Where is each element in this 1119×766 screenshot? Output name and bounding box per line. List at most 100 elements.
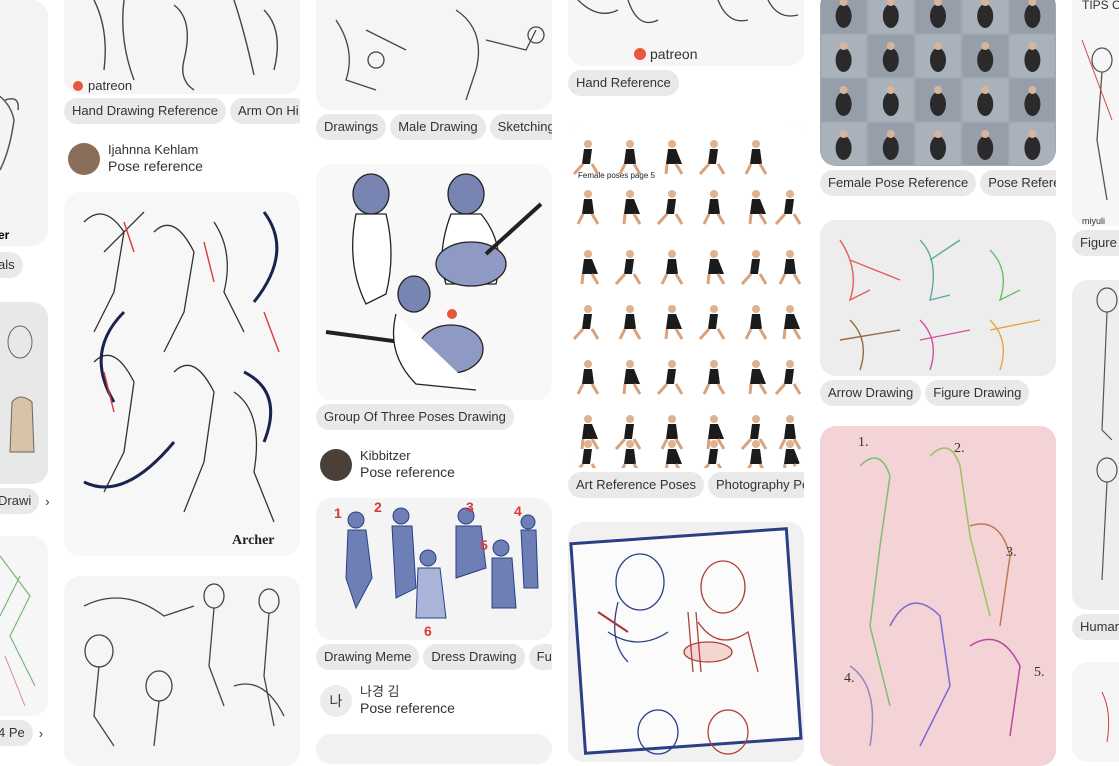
photo-figure-head [981,130,990,138]
tag-chip[interactable]: Male Drawing [390,114,486,140]
svg-text:1: 1 [334,505,342,521]
photo-figure-head [1028,130,1037,138]
photo-figure-head [839,86,848,94]
pin-image[interactable]: miyuli TIPS O [1072,0,1119,226]
pin-image[interactable]: 1 2 3 4 5 6 [316,498,552,640]
photo-figure [1024,92,1041,116]
pin-text: er [0,228,10,242]
photo-figure [977,92,994,116]
photo-figure [930,48,946,72]
tag-chip[interactable]: 4 Pe [0,720,33,746]
pin-image[interactable]: patreon [64,0,300,94]
photo-figure [930,4,946,28]
photo-figure [977,136,994,160]
pin-image[interactable]: Archer [64,192,300,556]
svg-text:3: 3 [466,499,474,515]
avatar[interactable] [68,142,100,175]
photo-figure [882,4,899,28]
tag-chip[interactable]: Figure D [1072,230,1119,256]
photo-figure-head [839,42,848,50]
tag-chip[interactable]: Photography Po [707,472,804,498]
photo-figure [882,136,899,160]
photo-figure [835,48,852,72]
chevron-right-icon[interactable]: › [37,726,45,741]
photo-figure-head [1028,42,1037,50]
tag-chip[interactable]: Arm On Hi [229,98,300,124]
figure-number: 3. [1006,545,1017,560]
photo-figure-head [981,42,990,50]
chip-row: Hand Drawing Reference Arm On Hi › [64,98,300,124]
tag-chip[interactable]: Figure Drawing [925,380,1030,406]
tag-chip[interactable]: Fu [528,644,552,670]
pin-image[interactable]: Female poses page 5 [568,120,804,468]
figure-number: 4. [844,671,855,686]
avatar[interactable]: 나 [320,684,352,717]
photo-figure-head [1028,86,1037,94]
tag-chip[interactable]: Hand Drawing Reference [64,98,226,124]
tag-chip[interactable]: Art Reference Poses [568,472,704,498]
image-caption: Female poses page 5 [578,171,655,180]
svg-text:5: 5 [480,537,488,553]
tag-chip[interactable]: Drawing Meme [316,644,420,670]
photo-figure [930,92,946,116]
pin-author[interactable]: 나 나경 김 Pose reference [320,684,455,717]
board-name: Pose reference [108,158,203,174]
chip-row: Drawi › [0,488,52,514]
tag-chip[interactable]: als [0,252,23,278]
figure-number: 2. [954,441,965,456]
tag-chip[interactable]: Drawings [316,114,387,140]
pin-image[interactable]: 1. 2. 3. 4. 5. [820,426,1056,766]
tag-chip[interactable]: Hand Reference [568,70,679,96]
author-name[interactable]: Ijahnna Kehlam [108,142,203,158]
pin-image[interactable] [0,302,48,484]
photo-figure [1024,4,1041,28]
photo-figure [835,136,852,160]
chip-row: 4 Pe › [0,720,45,746]
watermark-text: patreon [88,78,132,93]
tag-chip[interactable]: Female Pose Reference [820,170,977,196]
pin-image[interactable] [1072,280,1119,610]
tag-chip[interactable]: Pose Referen [980,170,1056,196]
photo-figure [1024,136,1041,160]
photo-figure-head [934,86,942,94]
pin-image[interactable]: er [0,0,48,246]
photo-figure [1024,48,1041,72]
board-name: Pose reference [360,464,455,480]
board-name: Pose reference [360,700,455,716]
chevron-right-icon[interactable]: › [43,494,51,509]
svg-text:6: 6 [424,623,432,639]
pin-image[interactable]: patreon [568,0,804,66]
tag-chip[interactable]: Group Of Three Poses Drawing [316,404,514,430]
pin-image[interactable] [820,220,1056,376]
photo-figure [882,48,899,72]
photo-figure [977,4,994,28]
pin-image[interactable] [820,0,1056,166]
tag-chip[interactable]: Dress Drawing [423,644,525,670]
watermark-text: patreon [650,46,697,62]
pin-image[interactable] [316,734,552,764]
avatar[interactable] [320,448,352,481]
photo-figure-head [886,42,895,50]
signature: miyuli [1082,216,1105,226]
author-name[interactable]: 나경 김 [360,684,455,700]
tag-chip[interactable]: Human [1072,614,1119,640]
pin-author[interactable]: Kibbitzer Pose reference [320,448,455,481]
pin-image[interactable] [1072,662,1119,762]
pin-image[interactable] [316,164,552,400]
photo-figure-head [934,42,942,50]
author-name[interactable]: Kibbitzer [360,448,455,464]
pin-image[interactable] [568,522,804,762]
tag-chip[interactable]: Arrow Drawing [820,380,922,406]
chip-row: Human [1072,614,1119,640]
chip-row: Arrow Drawing Figure Drawing [820,380,1056,406]
tag-chip[interactable]: Drawi [0,488,40,514]
pin-author[interactable]: Ijahnna Kehlam Pose reference [68,142,203,175]
photo-figure [930,136,946,160]
image-caption: Archer [232,533,275,548]
pin-image[interactable] [316,0,552,110]
photo-figure-head [981,86,990,94]
photo-figure-head [886,130,895,138]
tag-chip[interactable]: Sketching [489,114,552,140]
pin-image[interactable] [0,536,48,716]
pin-image[interactable] [64,576,300,766]
